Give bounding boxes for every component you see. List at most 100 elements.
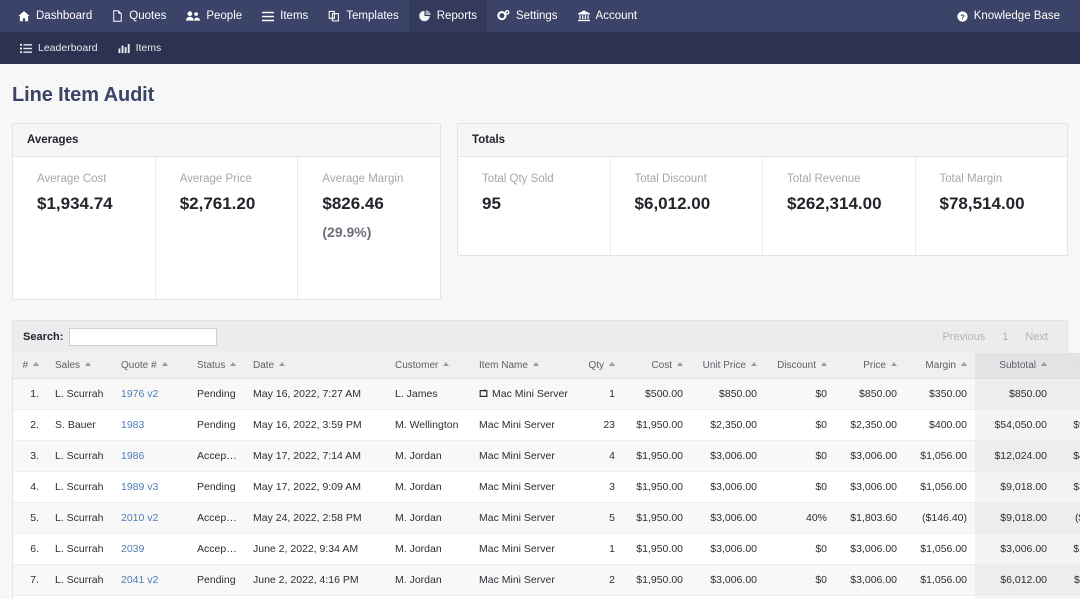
summary-panels: Averages Average Cost$1,934.74Average Pr… [12, 123, 1068, 300]
cell-subtotal: $6,012.00 [975, 596, 1055, 599]
cell-index: 4. [13, 472, 47, 503]
cell-price: $1,803.60 [835, 503, 905, 534]
column-header-discount[interactable]: Discount [765, 353, 835, 379]
item-name-label: Mac Mini Server [479, 543, 555, 555]
pagination-previous[interactable]: Previous [933, 329, 994, 345]
column-header-status[interactable]: Status [189, 353, 245, 379]
column-header-sales[interactable]: Sales [47, 353, 113, 379]
cell-discount: $0 [765, 565, 835, 596]
nav-item-items[interactable]: Items [252, 0, 318, 32]
cell-date: May 16, 2022, 7:27 AM [245, 379, 387, 410]
column-header-[interactable]: # [13, 353, 47, 379]
document-icon [112, 10, 123, 22]
cell-margin: $1,056.00 [905, 596, 975, 599]
column-header-label: Customer [395, 360, 438, 371]
column-header-quote[interactable]: Quote # [113, 353, 189, 379]
cell-cost: $1,950.00 [623, 410, 691, 441]
column-header-customer[interactable]: Customer [387, 353, 471, 379]
cell-margin: $1,056.00 [905, 472, 975, 503]
cell-status: Accepted [189, 534, 245, 565]
cell-customer: M. Jordan [387, 534, 471, 565]
nav-item-label: Dashboard [36, 10, 92, 22]
stat-label: Average Price [180, 173, 282, 185]
svg-text:?: ? [960, 12, 965, 21]
cell-item: Mac Mini Server [471, 441, 577, 472]
cell-unit-price: $3,006.00 [691, 565, 765, 596]
stat-value: $262,314.00 [787, 194, 898, 214]
cell-quote[interactable]: 1983 [113, 410, 189, 441]
cell-unit-price: $850.00 [691, 379, 765, 410]
cell-margin: $1,056.00 [905, 534, 975, 565]
cell-date: May 17, 2022, 7:14 AM [245, 441, 387, 472]
cell-cost: $1,950.00 [623, 472, 691, 503]
column-header-label: Status [197, 360, 225, 371]
cell-quote[interactable]: 1989 v3 [113, 472, 189, 503]
nav-item-people[interactable]: People [176, 0, 252, 32]
subnav-item-items[interactable]: Items [108, 32, 172, 64]
cell-total-margin: $2,112.00 USD [1055, 565, 1080, 596]
column-header-unit-price[interactable]: Unit Price [691, 353, 765, 379]
cell-item: Mac Mini Server [471, 410, 577, 441]
cell-discount: $0 [765, 379, 835, 410]
table-row: 1.L. Scurrah1976 v2PendingMay 16, 2022, … [13, 379, 1080, 410]
list-icon [262, 11, 274, 22]
column-header-date[interactable]: Date [245, 353, 387, 379]
nav-item-account[interactable]: Account [568, 0, 648, 32]
quote-link[interactable]: 2041 v2 [121, 574, 158, 586]
cell-quote[interactable]: 2064 [113, 596, 189, 599]
column-header-label: Quote # [121, 360, 157, 371]
nav-item-quotes[interactable]: Quotes [102, 0, 176, 32]
cell-quote[interactable]: 2039 [113, 534, 189, 565]
column-header-price[interactable]: Price [835, 353, 905, 379]
cell-unit-price: $3,006.00 [691, 503, 765, 534]
pagination-page-1[interactable]: 1 [994, 329, 1016, 345]
sort-caret-icon [33, 362, 39, 366]
cell-status: Pending [189, 565, 245, 596]
pagination-next[interactable]: Next [1016, 329, 1057, 345]
stat-average-cost: Average Cost$1,934.74 [13, 157, 156, 299]
quote-link[interactable]: 2010 v2 [121, 512, 158, 524]
cell-item: Mac Mini Server [471, 472, 577, 503]
cell-discount: $0 [765, 441, 835, 472]
cell-total-margin: $4,224.00 USD [1055, 441, 1080, 472]
table-row: 5.L. Scurrah2010 v2AcceptedMay 24, 2022,… [13, 503, 1080, 534]
quote-link[interactable]: 2039 [121, 543, 144, 555]
search-input[interactable] [69, 328, 217, 346]
nav-item-dashboard[interactable]: Dashboard [8, 0, 102, 32]
bar-chart-icon [118, 43, 130, 54]
column-header-qty[interactable]: Qty [577, 353, 623, 379]
quote-link[interactable]: 1989 v3 [121, 481, 158, 493]
column-header-item-name[interactable]: Item Name [471, 353, 577, 379]
cell-cost: $1,950.00 [623, 596, 691, 599]
quote-link[interactable]: 1983 [121, 419, 144, 431]
column-header-margin[interactable]: Margin [905, 353, 975, 379]
cell-date: May 16, 2022, 3:59 PM [245, 410, 387, 441]
column-header-cost[interactable]: Cost [623, 353, 691, 379]
column-header-label: Sales [55, 360, 80, 371]
cell-quote[interactable]: 1986 [113, 441, 189, 472]
table-header: # Sales Quote # Status Date Customer Item Name… [13, 353, 1080, 379]
nav-item-knowledge-base[interactable]: ? Knowledge Base [947, 0, 1070, 32]
nav-item-settings[interactable]: Settings [487, 0, 568, 32]
cell-customer: M. Jordan [387, 472, 471, 503]
sort-caret-icon [162, 362, 168, 366]
home-icon [18, 10, 30, 22]
cell-quote[interactable]: 2010 v2 [113, 503, 189, 534]
column-header-label: Margin [925, 360, 956, 371]
cell-discount: $0 [765, 472, 835, 503]
cell-total-margin: $2,112.00 USD [1055, 596, 1080, 599]
column-header-subtotal[interactable]: Subtotal [975, 353, 1055, 379]
cell-unit-price: $3,006.00 [691, 441, 765, 472]
copy-icon [328, 10, 340, 22]
cell-subtotal: $850.00 [975, 379, 1055, 410]
cell-quote[interactable]: 1976 v2 [113, 379, 189, 410]
quote-link[interactable]: 1986 [121, 450, 144, 462]
nav-item-reports[interactable]: Reports [409, 0, 487, 32]
cell-unit-price: $3,006.00 [691, 596, 765, 599]
quote-link[interactable]: 1976 v2 [121, 388, 158, 400]
column-header-total-margin[interactable]: Total Margin [1055, 353, 1080, 379]
cell-cost: $1,950.00 [623, 565, 691, 596]
subnav-item-leaderboard[interactable]: Leaderboard [10, 32, 108, 64]
nav-item-templates[interactable]: Templates [318, 0, 408, 32]
cell-quote[interactable]: 2041 v2 [113, 565, 189, 596]
